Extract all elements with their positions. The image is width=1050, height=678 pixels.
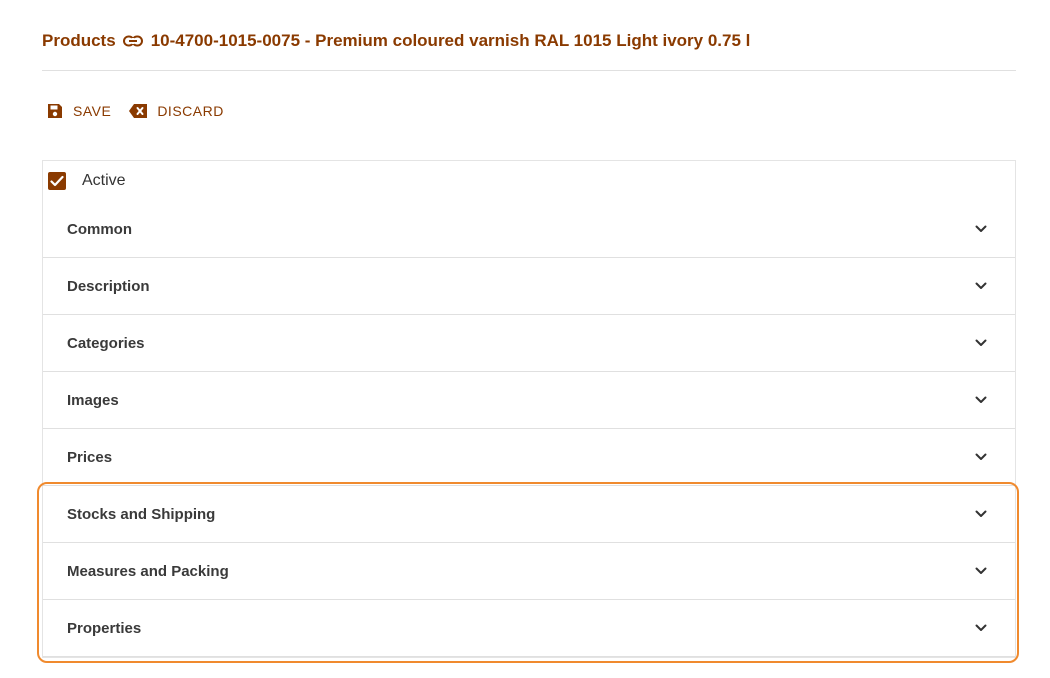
discard-label: DISCARD bbox=[157, 103, 224, 119]
discard-button[interactable]: DISCARD bbox=[128, 103, 224, 119]
section-prices[interactable]: Prices bbox=[43, 429, 1015, 486]
active-checkbox[interactable] bbox=[48, 172, 66, 190]
chevron-down-icon bbox=[975, 567, 987, 575]
backspace-icon bbox=[129, 104, 148, 118]
link-icon bbox=[122, 28, 144, 54]
section-label: Prices bbox=[67, 448, 113, 466]
chevron-down-icon bbox=[975, 624, 987, 632]
section-common[interactable]: Common bbox=[43, 201, 1015, 258]
active-field: Active bbox=[43, 161, 1015, 201]
section-label: Measures and Packing bbox=[67, 562, 229, 580]
chevron-down-icon bbox=[975, 453, 987, 461]
section-label: Description bbox=[67, 277, 150, 295]
section-label: Properties bbox=[67, 619, 142, 637]
breadcrumb-products[interactable]: Products bbox=[42, 28, 116, 54]
section-label: Images bbox=[67, 391, 119, 409]
section-stocks-and-shipping[interactable]: Stocks and Shipping bbox=[43, 486, 1015, 543]
check-icon bbox=[50, 175, 64, 187]
save-button[interactable]: SAVE bbox=[46, 102, 111, 120]
chevron-down-icon bbox=[975, 396, 987, 404]
chevron-down-icon bbox=[975, 339, 987, 347]
chevron-down-icon bbox=[975, 225, 987, 233]
save-icon bbox=[48, 104, 62, 118]
section-categories[interactable]: Categories bbox=[43, 315, 1015, 372]
section-description[interactable]: Description bbox=[43, 258, 1015, 315]
save-label: SAVE bbox=[73, 103, 112, 119]
toolbar: SAVE DISCARD bbox=[46, 100, 224, 122]
page-title: 10-4700-1015-0075 - Premium coloured var… bbox=[150, 31, 751, 50]
chevron-down-icon bbox=[975, 282, 987, 290]
section-measures-and-packing[interactable]: Measures and Packing bbox=[43, 543, 1015, 600]
section-images[interactable]: Images bbox=[43, 372, 1015, 429]
section-label: Categories bbox=[67, 334, 145, 352]
page-header: Products 10-4700-1015-0075 - Premium col… bbox=[42, 28, 1016, 71]
chevron-down-icon bbox=[975, 510, 987, 518]
product-form: Active Common Description Categories Ima… bbox=[42, 160, 1016, 658]
section-properties[interactable]: Properties bbox=[43, 600, 1015, 657]
section-label: Stocks and Shipping bbox=[67, 505, 216, 523]
active-label: Active bbox=[82, 172, 126, 189]
section-label: Common bbox=[67, 220, 132, 238]
